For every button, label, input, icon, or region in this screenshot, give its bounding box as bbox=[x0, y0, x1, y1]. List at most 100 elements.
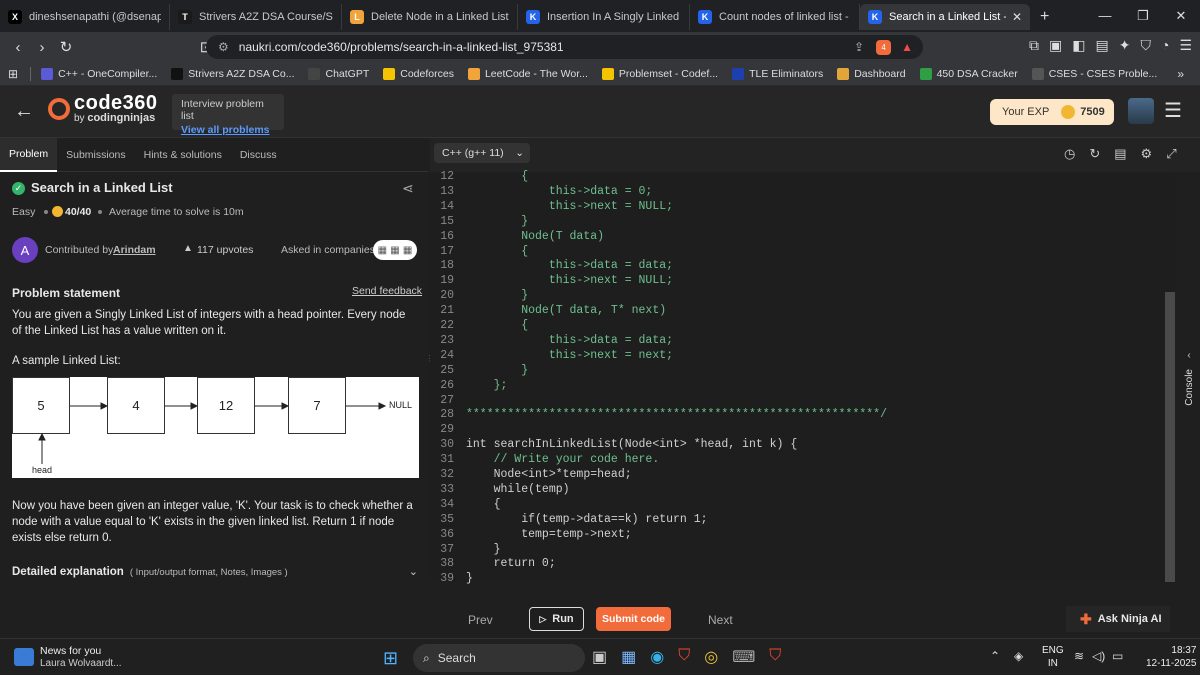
close-window-icon[interactable]: ✕ bbox=[1162, 8, 1200, 24]
windows-start-icon[interactable]: ⊞ bbox=[383, 648, 398, 669]
browser-tab[interactable]: T Strivers A2Z DSA Course/Sheet bbox=[170, 4, 342, 30]
vpn-icon[interactable]: ⛉ bbox=[1140, 37, 1151, 54]
detailed-explanation-row[interactable]: Detailed explanation ( Input/output form… bbox=[12, 565, 418, 578]
browser-tab[interactable]: K Insertion In A Singly Linked List bbox=[518, 4, 690, 30]
bookmark-label: 450 DSA Cracker bbox=[936, 67, 1018, 80]
bookmark-item[interactable]: C++ - OneCompiler... bbox=[41, 67, 157, 80]
battery-icon[interactable]: ▭ bbox=[1112, 649, 1123, 663]
keyboard-app-icon[interactable]: ⌨ bbox=[732, 647, 755, 667]
browser-tab[interactable]: K Search in a Linked List - Nau ✕ bbox=[860, 4, 1030, 30]
wallet-icon[interactable]: ▤ bbox=[1096, 37, 1109, 54]
site-info-icon[interactable]: ⚙ bbox=[218, 40, 229, 54]
profile-icon[interactable]: ◔ bbox=[1161, 37, 1169, 54]
browser-tab-label: Strivers A2Z DSA Course/Sheet bbox=[199, 11, 333, 23]
browser-tab[interactable]: K Count nodes of linked list - Nau bbox=[690, 4, 860, 30]
fullscreen-icon[interactable]: ⤢ bbox=[1166, 146, 1176, 162]
bookmark-item[interactable]: CSES - CSES Proble... bbox=[1031, 67, 1157, 80]
minimize-icon[interactable]: — bbox=[1086, 8, 1124, 24]
line-number: 12 bbox=[440, 170, 454, 183]
tray-chevron-icon[interactable]: ⌃ bbox=[990, 649, 1000, 663]
submit-code-button[interactable]: Submit code bbox=[596, 607, 671, 631]
hamburger-menu-icon[interactable]: ☰ bbox=[1164, 98, 1182, 123]
exp-badge[interactable]: Your EXP 7509 bbox=[990, 99, 1114, 125]
line-number: 28 bbox=[440, 408, 454, 422]
line-number: 38 bbox=[440, 557, 454, 571]
news-title[interactable]: News for you bbox=[40, 645, 101, 657]
apps-icon[interactable]: ⊞ bbox=[8, 67, 18, 81]
forward-icon[interactable]: › bbox=[30, 39, 54, 56]
more-bookmarks-icon[interactable]: » bbox=[1177, 67, 1184, 81]
company-icons[interactable]: ▦ ▦ ▦ bbox=[373, 240, 417, 260]
leo-icon[interactable]: ✦ bbox=[1119, 37, 1131, 54]
browser-tab[interactable]: L Delete Node in a Linked List - Le bbox=[342, 4, 518, 30]
language-select[interactable]: C++ (g++ 11) ⌄ bbox=[434, 143, 530, 163]
store-icon[interactable]: ▦ bbox=[621, 647, 636, 667]
close-tab-icon[interactable]: ✕ bbox=[1012, 10, 1022, 24]
new-tab-button[interactable]: + bbox=[1040, 8, 1049, 26]
timer-icon[interactable]: ◷ bbox=[1064, 146, 1075, 162]
volume-icon[interactable]: ◁) bbox=[1092, 649, 1105, 663]
problem-title: Search in a Linked List bbox=[31, 180, 173, 195]
upvote-icon[interactable]: ▲ bbox=[183, 243, 193, 254]
menu-icon[interactable]: ☰ bbox=[1179, 37, 1192, 54]
code360-logo[interactable]: code360 by codingninjas bbox=[48, 93, 158, 124]
layout-icon[interactable]: ▤ bbox=[1114, 146, 1126, 162]
user-avatar[interactable] bbox=[1128, 98, 1154, 124]
bookmark-item[interactable]: ChatGPT bbox=[308, 67, 369, 80]
clock[interactable]: 18:37 12-11-2025 bbox=[1146, 644, 1196, 670]
editor-scrollbar[interactable] bbox=[1165, 292, 1175, 582]
back-arrow-icon[interactable]: ← bbox=[14, 100, 34, 123]
run-button[interactable]: ▷ Run bbox=[529, 607, 584, 631]
share-icon[interactable]: ⇪ bbox=[854, 40, 864, 54]
tab-hints[interactable]: Hints & solutions bbox=[135, 138, 231, 172]
reload-icon[interactable]: ↻ bbox=[54, 38, 78, 56]
extensions-icon[interactable]: ⧉ bbox=[1029, 37, 1039, 54]
exp-label: Your EXP bbox=[1002, 106, 1050, 118]
code-line: } bbox=[466, 363, 529, 377]
bookmark-item[interactable]: Strivers A2Z DSA Co... bbox=[171, 67, 294, 80]
bookmark-item[interactable]: Problemset - Codef... bbox=[601, 67, 718, 80]
maximize-icon[interactable]: ❐ bbox=[1124, 8, 1162, 24]
url-bar[interactable]: ⚙ naukri.com/code360/problems/search-in-… bbox=[206, 35, 923, 59]
task-view-icon[interactable]: ▣ bbox=[592, 647, 607, 667]
lang-secondary: IN bbox=[1047, 658, 1058, 669]
language-indicator[interactable]: ENG IN bbox=[1042, 644, 1064, 670]
sidebar-icon[interactable]: ◧ bbox=[1072, 37, 1085, 54]
browser-tab[interactable]: Xdineshsenapathi (@dsenapathi4) bbox=[0, 4, 170, 30]
contributed-by-label: Contributed by bbox=[45, 244, 114, 256]
tab-problem[interactable]: Problem bbox=[0, 137, 58, 172]
tray-app-icon[interactable]: ◈ bbox=[1014, 649, 1023, 663]
wifi-icon[interactable]: ≋ bbox=[1074, 649, 1084, 663]
send-feedback-link[interactable]: Send feedback bbox=[352, 283, 422, 299]
tab-submissions[interactable]: Submissions bbox=[57, 138, 135, 172]
view-all-problems-link[interactable]: View all problems bbox=[181, 124, 275, 136]
chrome-icon[interactable]: ◎ bbox=[704, 647, 718, 667]
bookmark-item[interactable]: TLE Eliminators bbox=[732, 67, 823, 80]
edge-icon[interactable]: ◉ bbox=[650, 647, 664, 667]
address-bar-row: ‹ › ↻ ⊡ ⚙ naukri.com/code360/problems/se… bbox=[0, 32, 1200, 62]
tab-discuss[interactable]: Discuss bbox=[231, 138, 286, 172]
brave-active-icon[interactable]: ⛉ bbox=[769, 647, 781, 667]
back-icon[interactable]: ‹ bbox=[6, 39, 30, 56]
share-problem-icon[interactable]: ⋖ bbox=[402, 180, 414, 197]
bookmark-item[interactable]: Dashboard bbox=[837, 67, 906, 80]
bookmark-item[interactable]: 450 DSA Cracker bbox=[919, 67, 1018, 80]
brave-rewards-icon[interactable]: ▲ bbox=[901, 40, 913, 54]
bookmark-item[interactable]: LeetCode - The Wor... bbox=[467, 67, 588, 80]
brave-shield-icon[interactable]: 4 bbox=[876, 39, 892, 55]
reset-icon[interactable]: ↻ bbox=[1089, 146, 1100, 162]
prev-button[interactable]: Prev bbox=[468, 613, 493, 627]
news-weather-icon[interactable] bbox=[14, 648, 34, 666]
author-link[interactable]: Arindam bbox=[113, 242, 156, 258]
ask-ninja-ai-button[interactable]: ✚ Ask Ninja AI bbox=[1066, 606, 1170, 632]
console-tab[interactable]: ‹ Console bbox=[1178, 350, 1200, 430]
bookmark-favicon-icon bbox=[41, 67, 54, 80]
next-button[interactable]: Next bbox=[708, 613, 733, 627]
bookmark-item[interactable]: Codeforces bbox=[383, 67, 454, 80]
screenshot-icon[interactable]: ▣ bbox=[1049, 37, 1062, 54]
taskbar-search[interactable]: ⌕ Search bbox=[413, 644, 585, 672]
line-number: 18 bbox=[440, 259, 454, 273]
code-editor[interactable]: 12 {13 this->data = 0; 14 this->next = NU… bbox=[430, 170, 1175, 585]
settings-icon[interactable]: ⚙ bbox=[1141, 146, 1153, 162]
brave-icon[interactable]: ⛉ bbox=[678, 647, 690, 667]
